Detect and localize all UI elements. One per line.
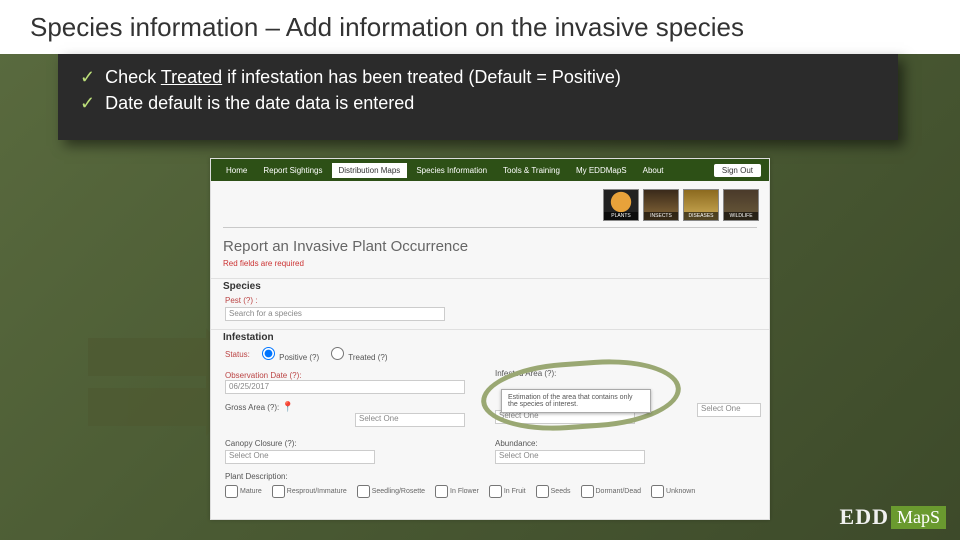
- abundance-select[interactable]: Select One: [495, 450, 645, 464]
- thumb-diseases[interactable]: DISEASES: [683, 189, 719, 221]
- canopy-label: Canopy Closure (?):: [225, 439, 475, 448]
- section-infestation: Infestation: [211, 329, 769, 345]
- gross-area-select[interactable]: Select One: [355, 413, 465, 427]
- callout-arrow: [88, 338, 208, 376]
- pin-icon[interactable]: 📍: [281, 402, 293, 413]
- required-note: Red fields are required: [211, 259, 769, 272]
- desc-seedling[interactable]: Seedling/Rosette: [357, 485, 425, 498]
- callout-arrow: [88, 388, 208, 426]
- nav-tools[interactable]: Tools & Training: [496, 163, 567, 178]
- thumb-plants[interactable]: PLANTS: [603, 189, 639, 221]
- desc-seeds[interactable]: Seeds: [536, 485, 571, 498]
- checkmark-icon: ✓: [80, 64, 95, 90]
- plant-desc-label: Plant Description:: [225, 472, 755, 481]
- nav-species[interactable]: Species Information: [409, 163, 494, 178]
- plant-desc-options: Mature Resprout/Immature Seedling/Rosett…: [211, 483, 769, 500]
- category-thumbs: PLANTS INSECTS DISEASES WILDLIFE: [211, 181, 769, 225]
- infested-tooltip: Estimation of the area that contains onl…: [501, 389, 651, 413]
- canopy-select[interactable]: Select One: [225, 450, 375, 464]
- desc-unknown[interactable]: Unknown: [651, 485, 695, 498]
- abundance-label: Abundance:: [495, 439, 745, 448]
- obs-date-label: Observation Date (?):: [225, 371, 301, 380]
- nav-maps[interactable]: Distribution Maps: [332, 163, 408, 178]
- embedded-screenshot: Home Report Sightings Distribution Maps …: [210, 158, 770, 520]
- nav-report[interactable]: Report Sightings: [256, 163, 329, 178]
- nav-bar: Home Report Sightings Distribution Maps …: [211, 159, 769, 181]
- desc-mature[interactable]: Mature: [225, 485, 262, 498]
- thumb-wildlife[interactable]: WILDLIFE: [723, 189, 759, 221]
- desc-fruit[interactable]: In Fruit: [489, 485, 526, 498]
- section-species: Species: [211, 278, 769, 294]
- thumb-insects[interactable]: INSECTS: [643, 189, 679, 221]
- nav-home[interactable]: Home: [219, 163, 254, 178]
- obs-date-input[interactable]: 06/25/2017: [225, 380, 465, 394]
- checkmark-icon: ✓: [80, 90, 95, 116]
- status-treated[interactable]: Treated (?): [331, 347, 387, 362]
- pest-label: Pest (?) :: [225, 296, 755, 305]
- form-title: Report an Invasive Plant Occurrence: [211, 230, 769, 259]
- desc-dormant[interactable]: Dormant/Dead: [581, 485, 642, 498]
- nav-my[interactable]: My EDDMapS: [569, 163, 634, 178]
- status-positive[interactable]: Positive (?): [262, 347, 319, 362]
- bullet-2: Date default is the date data is entered: [105, 90, 414, 116]
- desc-resprout[interactable]: Resprout/Immature: [272, 485, 347, 498]
- slide-title: Species information – Add information on…: [0, 0, 960, 54]
- unit-select[interactable]: Select One: [697, 403, 761, 417]
- pest-input[interactable]: Search for a species: [225, 307, 445, 321]
- sign-out-button[interactable]: Sign Out: [714, 164, 761, 177]
- bullet-box: ✓ Check Treated if infestation has been …: [58, 54, 898, 140]
- eddmaps-logo: EDDMapS: [840, 504, 946, 530]
- nav-about[interactable]: About: [636, 163, 671, 178]
- slide: Species information – Add information on…: [0, 0, 960, 540]
- gross-area-label: Gross Area (?): 📍: [225, 403, 294, 412]
- desc-flower[interactable]: In Flower: [435, 485, 479, 498]
- bullet-1: Check Treated if infestation has been tr…: [105, 64, 621, 90]
- status-row: Status: Positive (?) Treated (?): [225, 347, 475, 362]
